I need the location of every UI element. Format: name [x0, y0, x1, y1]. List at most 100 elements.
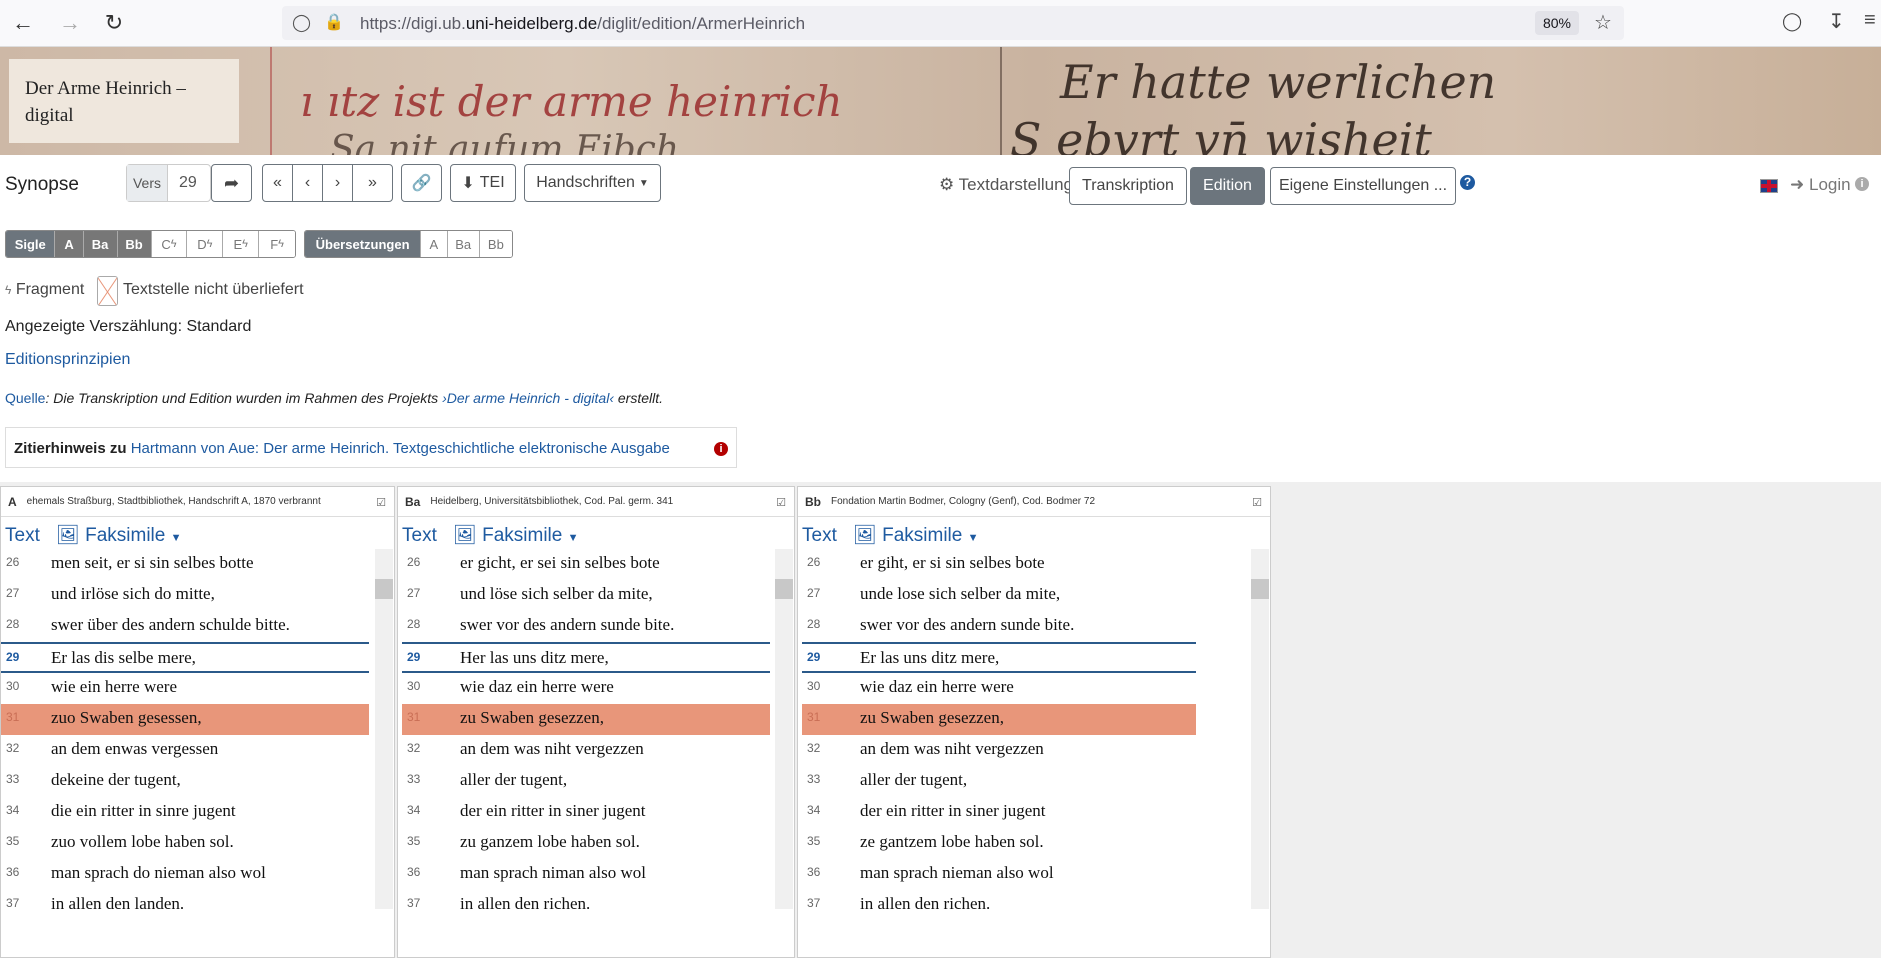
- verse-row[interactable]: 32 an dem enwas vergessen: [1, 735, 369, 766]
- go-to-verse-button[interactable]: ➦: [211, 164, 252, 202]
- scroll-thumb[interactable]: [775, 579, 793, 599]
- verse-row[interactable]: 37 in allen den landen.: [1, 890, 369, 921]
- pocket-icon[interactable]: ◯: [1782, 11, 1802, 32]
- scrollbar[interactable]: [775, 549, 793, 909]
- faksimile-tab[interactable]: Faksimile: [882, 525, 962, 546]
- tei-download-button[interactable]: ⬇ TEI: [450, 164, 516, 202]
- sigle-e[interactable]: Eϟ: [222, 231, 259, 257]
- permalink-button[interactable]: 🔗: [401, 164, 442, 202]
- transkription-button[interactable]: Transkription: [1069, 167, 1187, 205]
- lock-icon[interactable]: 🔒: [324, 12, 344, 32]
- verse-row[interactable]: 27 und irlöse sich do mitte,: [1, 580, 369, 611]
- sigle-a[interactable]: A: [54, 231, 83, 257]
- verse-row[interactable]: 34 die ein ritter in sinre jugent: [1, 797, 369, 828]
- verse-row[interactable]: 28 swer vor des andern sunde bite.: [802, 611, 1196, 642]
- editionsprinzipien-link[interactable]: Editionsprinzipien: [5, 351, 130, 369]
- verse-row[interactable]: 26 er giht, er si sin selbes bote: [802, 549, 1196, 580]
- verse-row[interactable]: 36 man sprach niman also wol: [402, 859, 770, 890]
- reload-icon[interactable]: ↻: [101, 10, 127, 36]
- verse-row[interactable]: 29 Er las dis selbe mere,: [1, 642, 369, 673]
- verse-row[interactable]: 35 zu ganzem lobe haben sol.: [402, 828, 770, 859]
- verse-row[interactable]: 32 an dem was niht vergezzen: [402, 735, 770, 766]
- handschriften-dropdown[interactable]: Handschriften ▼: [524, 164, 661, 202]
- verse-row[interactable]: 37 in allen den richen.: [402, 890, 770, 921]
- next-verse-button[interactable]: ›: [322, 164, 353, 202]
- sigle-bb[interactable]: Bb: [116, 231, 151, 257]
- address-bar[interactable]: ◯ 🔒 https://digi.ub.uni-heidelberg.de/di…: [282, 6, 1624, 40]
- verse-text: zu Swaben gesezzen,: [860, 708, 1004, 727]
- sigle-ba[interactable]: Ba: [82, 231, 117, 257]
- verse-row[interactable]: 36 man sprach do nieman also wol: [1, 859, 369, 890]
- verse-input[interactable]: 29: [179, 174, 197, 192]
- verse-row[interactable]: 28 swer vor des andern sunde bite.: [402, 611, 770, 642]
- scroll-thumb[interactable]: [375, 579, 393, 599]
- back-icon[interactable]: ←: [10, 10, 36, 36]
- sigle-f[interactable]: Fϟ: [258, 231, 295, 257]
- login-info-icon[interactable]: i: [1855, 177, 1869, 191]
- panel-ba: Ba Heidelberg, Universitätsbibliothek, Co…: [397, 486, 795, 958]
- verse-row[interactable]: 28 swer über des andern schulde bitte.: [1, 611, 369, 642]
- prev-verse-button[interactable]: ‹: [292, 164, 323, 202]
- verse-row[interactable]: 29 Er las uns ditz mere,: [802, 642, 1196, 673]
- login-link[interactable]: ➜ Login: [1790, 175, 1851, 195]
- panel-toggle-icon[interactable]: ☑: [1252, 496, 1262, 509]
- verse-row[interactable]: 36 man sprach nieman also wol: [802, 859, 1196, 890]
- verse-row[interactable]: 27 unde lose sich selber da mite,: [802, 580, 1196, 611]
- fragment-icon: ϟ: [206, 238, 213, 250]
- text-tab[interactable]: Text: [5, 525, 40, 546]
- faksimile-tab[interactable]: Faksimile: [85, 525, 165, 546]
- scrollbar[interactable]: [1251, 549, 1269, 909]
- verse-row[interactable]: 34 der ein ritter in siner jugent: [402, 797, 770, 828]
- text-tab[interactable]: Text: [402, 525, 437, 546]
- verse-row[interactable]: 37 in allen den richen.: [802, 890, 1196, 921]
- citation-info-icon[interactable]: i: [714, 442, 728, 456]
- first-verse-button[interactable]: «: [262, 164, 293, 202]
- citation-link[interactable]: Hartmann von Aue: Der arme Heinrich. Tex…: [131, 440, 670, 457]
- verse-row[interactable]: 30 wie daz ein herre were: [802, 673, 1196, 704]
- verse-row[interactable]: 29 Her las uns ditz mere,: [402, 642, 770, 673]
- url-text[interactable]: https://digi.ub.uni-heidelberg.de/diglit…: [360, 14, 805, 34]
- fragment-icon: ϟ: [242, 238, 248, 250]
- verse-row[interactable]: 32 an dem was niht vergezzen: [802, 735, 1196, 766]
- sigle-c[interactable]: Cϟ: [150, 231, 187, 257]
- verse-row[interactable]: 31 zuo Swaben gesessen,: [1, 704, 369, 735]
- text-tab[interactable]: Text: [802, 525, 837, 546]
- verse-row[interactable]: 30 wie ein herre were: [1, 673, 369, 704]
- verse-row[interactable]: 35 ze gantzem lobe haben sol.: [802, 828, 1196, 859]
- help-icon[interactable]: ?: [1460, 175, 1475, 190]
- zoom-level[interactable]: 80%: [1535, 11, 1579, 35]
- panel-toggle-icon[interactable]: ☑: [776, 496, 786, 509]
- verse-row[interactable]: 33 dekeine der tugent,: [1, 766, 369, 797]
- download-icon[interactable]: ↧: [1828, 9, 1845, 34]
- verse-row[interactable]: 26 men seit, er si sin selbes botte: [1, 549, 369, 580]
- site-title[interactable]: Der Arme Heinrich – digital: [9, 59, 239, 143]
- verse-row[interactable]: 26 er gicht, er sei sin selbes bote: [402, 549, 770, 580]
- panel-toggle-icon[interactable]: ☑: [376, 496, 386, 509]
- shield-icon[interactable]: ◯: [292, 13, 311, 33]
- sigle-d[interactable]: Dϟ: [186, 231, 223, 257]
- verse-row[interactable]: 35 zuo vollem lobe haben sol.: [1, 828, 369, 859]
- sigle-group: Sigle A Ba Bb Cϟ Dϟ Eϟ Fϟ: [5, 230, 296, 258]
- project-link[interactable]: ›Der arme Heinrich - digital‹: [442, 390, 614, 406]
- verse-row[interactable]: 33 aller der tugent,: [402, 766, 770, 797]
- faksimile-tab[interactable]: Faksimile: [482, 525, 562, 546]
- forward-icon[interactable]: →: [57, 10, 83, 36]
- last-verse-button[interactable]: »: [352, 164, 393, 202]
- eigene-einstellungen-button[interactable]: Eigene Einstellungen ...: [1270, 167, 1456, 205]
- quelle-link[interactable]: Quelle: [5, 390, 45, 406]
- edition-button[interactable]: Edition: [1190, 167, 1265, 205]
- translation-bb[interactable]: Bb: [478, 231, 512, 257]
- bookmark-star-icon[interactable]: ☆: [1594, 10, 1612, 35]
- translation-ba[interactable]: Ba: [446, 231, 479, 257]
- scrollbar[interactable]: [375, 549, 393, 909]
- verse-row[interactable]: 31 zu Swaben gesezzen,: [402, 704, 770, 735]
- menu-icon[interactable]: ≡: [1864, 9, 1876, 32]
- translation-a[interactable]: A: [420, 231, 447, 257]
- verse-row[interactable]: 34 der ein ritter in siner jugent: [802, 797, 1196, 828]
- english-flag-icon[interactable]: [1760, 179, 1778, 193]
- verse-row[interactable]: 33 aller der tugent,: [802, 766, 1196, 797]
- verse-row[interactable]: 31 zu Swaben gesezzen,: [802, 704, 1196, 735]
- verse-row[interactable]: 27 und löse sich selber da mite,: [402, 580, 770, 611]
- verse-row[interactable]: 30 wie daz ein herre were: [402, 673, 770, 704]
- scroll-thumb[interactable]: [1251, 579, 1269, 599]
